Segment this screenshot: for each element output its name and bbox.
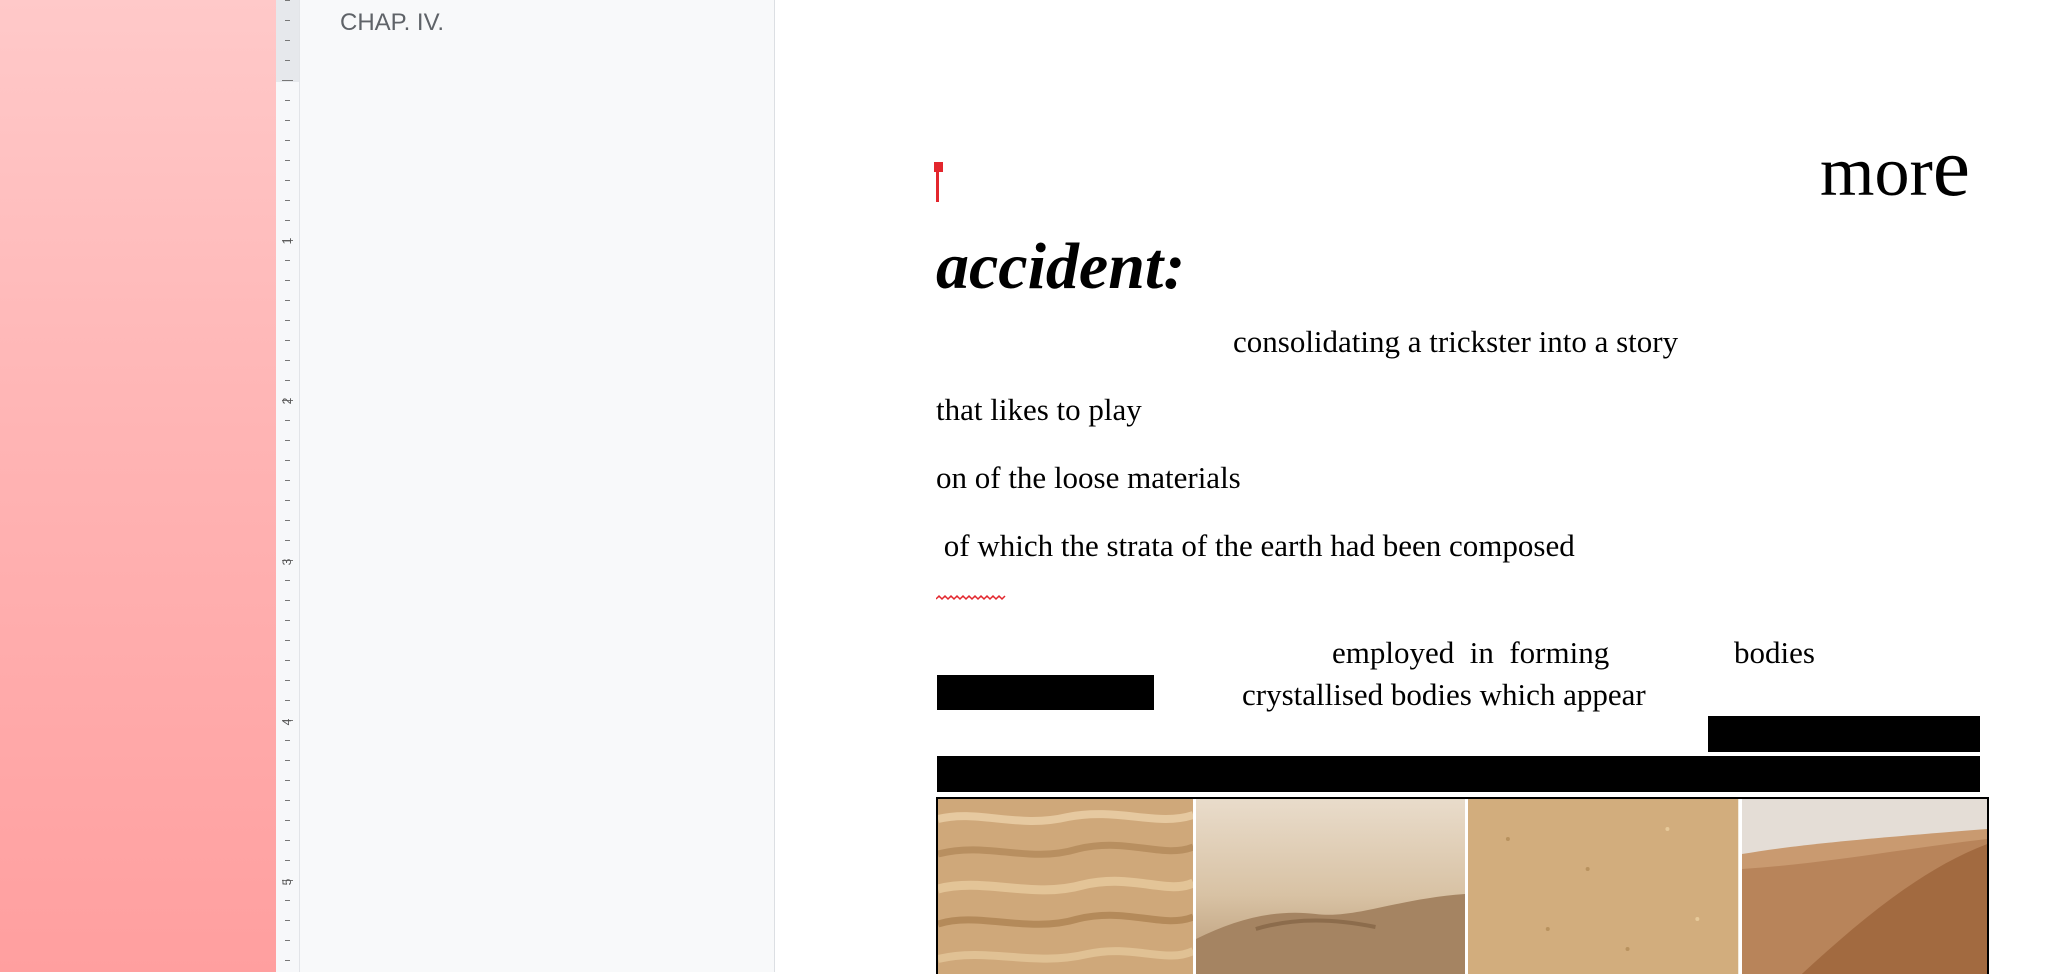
ruler-tick: [285, 580, 290, 581]
heading-accident: accident:: [936, 230, 1186, 303]
text-employed-in-forming: employed in forming: [1332, 635, 1610, 670]
ruler-tick: [285, 620, 290, 621]
sand-closeup-image: [1196, 799, 1469, 974]
ruler-tick: [285, 920, 290, 921]
spellcheck-squiggle: [936, 594, 1006, 601]
text-more-e: e: [1932, 121, 1971, 214]
ruler-tick: [285, 860, 290, 861]
ruler-tick: [285, 120, 290, 121]
image-table: [936, 797, 1989, 974]
text-line-3: on of the loose materials: [936, 460, 1241, 495]
ruler-tick: [285, 940, 290, 941]
ruler-tick: [285, 900, 290, 901]
ruler-tick: [285, 420, 290, 421]
ruler-tick: [285, 20, 290, 21]
text-line-4: of which the strata of the earth had bee…: [936, 528, 1575, 563]
ruler-tick: [285, 540, 290, 541]
ruler-tick: [285, 660, 290, 661]
ruler-number: 4: [280, 718, 294, 726]
cursor-bar: [936, 162, 939, 202]
text-bodies: bodies: [1734, 635, 1815, 670]
ruler-tick: [285, 360, 290, 361]
ruler-number: 5: [280, 878, 294, 886]
ruler-tick: [285, 960, 290, 961]
ruler-tick: [285, 700, 290, 701]
text-crystallised-bodies: crystallised bodies which appear: [1242, 677, 1646, 712]
ruler-tick: [285, 820, 290, 821]
ruler-tick: [285, 480, 290, 481]
ruler-tick: [285, 780, 290, 781]
ruler-number: 2: [280, 397, 294, 405]
outline-heading-chap-iv[interactable]: CHAP. IV.: [340, 9, 444, 37]
text-more: more: [1820, 126, 1970, 210]
ruler-number: 1: [280, 237, 294, 245]
ruler-tick: [285, 180, 290, 181]
ruler-tick: [285, 280, 290, 281]
text-more-main: mor: [1820, 134, 1933, 211]
ruler-tick: [285, 200, 290, 201]
desktop-background: [0, 0, 276, 972]
ruler-number: 3: [280, 558, 294, 566]
ruler-tick: [285, 520, 290, 521]
text-cursor: [934, 162, 943, 202]
vertical-ruler[interactable]: 1 2 3 4 5: [276, 0, 300, 972]
redaction-bar: [937, 756, 1980, 792]
text-line-2: that likes to play: [936, 392, 1142, 427]
ruler-tick: [285, 760, 290, 761]
ruler-margin-shade: [276, 0, 299, 82]
redaction-bar: [1708, 716, 1980, 752]
ruler-tick: [285, 160, 290, 161]
ruler-tick: [285, 460, 290, 461]
redaction-bar: [937, 675, 1154, 710]
ruler-tick: [285, 680, 290, 681]
ruler-tick: [285, 340, 290, 341]
ruler-tick: [285, 100, 290, 101]
ruler-tick: [285, 140, 290, 141]
ruler-tick: [285, 740, 290, 741]
sand-texture-image: [1468, 799, 1742, 974]
document-outline-panel: CHAP. IV.: [300, 0, 775, 972]
ruler-tick: [285, 800, 290, 801]
text-line-1: consolidating a trickster into a story: [1233, 324, 1679, 359]
ruler-tick: [285, 40, 290, 41]
ruler-tick: [285, 320, 290, 321]
ruler-tick: [285, 600, 290, 601]
ruler-tick: [285, 260, 290, 261]
ruler-tick: [285, 380, 290, 381]
ruler-tick: [282, 80, 293, 81]
ruler-tick: [285, 500, 290, 501]
rippled-sand-image: [938, 799, 1197, 974]
document-page[interactable]: more accident: consolidating a trickster…: [775, 0, 2048, 974]
ruler-tick: [285, 300, 290, 301]
desert-dune-image: [1741, 799, 1987, 974]
ruler-tick: [285, 440, 290, 441]
ruler-tick: [285, 60, 290, 61]
ruler-tick: [285, 640, 290, 641]
ruler-tick: [285, 220, 290, 221]
ruler-tick: [285, 840, 290, 841]
ruler-tick: [285, 0, 290, 1]
